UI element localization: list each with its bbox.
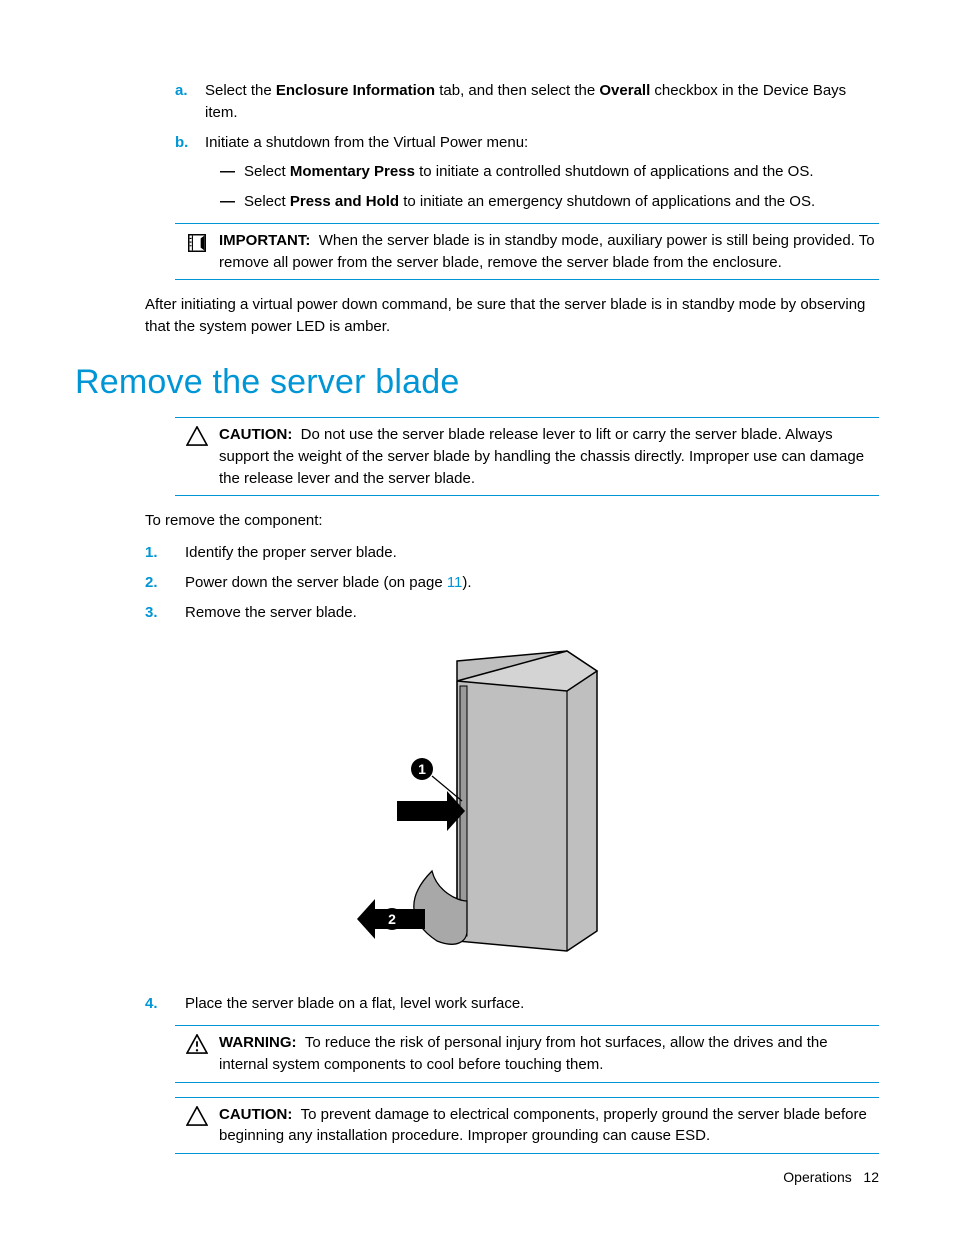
svg-text:1: 1 bbox=[418, 761, 426, 777]
warning-admonition: WARNING: To reduce the risk of personal … bbox=[175, 1025, 879, 1083]
warning-body: WARNING: To reduce the risk of personal … bbox=[219, 1032, 879, 1076]
substep-b: b. Initiate a shutdown from the Virtual … bbox=[175, 132, 879, 154]
step-4: 4. Place the server blade on a flat, lev… bbox=[145, 993, 879, 1015]
warning-text: To reduce the risk of personal injury fr… bbox=[219, 1034, 828, 1073]
step-1: 1. Identify the proper server blade. bbox=[145, 542, 879, 564]
substep-a-text: Select the Enclosure Information tab, an… bbox=[205, 80, 879, 124]
caution-2-label: CAUTION: bbox=[219, 1106, 292, 1123]
warning-icon bbox=[175, 1032, 219, 1076]
t: Press and Hold bbox=[290, 193, 399, 210]
t: Select the bbox=[205, 82, 276, 99]
t: Overall bbox=[599, 82, 650, 99]
heading-remove-server-blade: Remove the server blade bbox=[75, 358, 879, 407]
dash-marker: — bbox=[220, 191, 244, 213]
t: to initiate an emergency shutdown of app… bbox=[399, 193, 815, 210]
substep-b-marker: b. bbox=[175, 132, 205, 154]
step-2-text: Power down the server blade (on page 11)… bbox=[185, 572, 472, 594]
dash-marker: — bbox=[220, 161, 244, 183]
t: Momentary Press bbox=[290, 163, 415, 180]
step-2-marker: 2. bbox=[145, 572, 185, 594]
important-icon bbox=[175, 230, 219, 274]
t: Enclosure Information bbox=[276, 82, 435, 99]
important-text: When the server blade is in standby mode… bbox=[219, 232, 875, 271]
step-3-text: Remove the server blade. bbox=[185, 602, 357, 624]
step-3: 3. Remove the server blade. bbox=[145, 602, 879, 624]
step-4-text: Place the server blade on a flat, level … bbox=[185, 993, 524, 1015]
t: Select bbox=[244, 193, 290, 210]
intro-text: To remove the component: bbox=[145, 510, 879, 532]
svg-text:2: 2 bbox=[388, 911, 396, 927]
dash-2-text: Select Press and Hold to initiate an eme… bbox=[244, 191, 815, 213]
t: to initiate a controlled shutdown of app… bbox=[415, 163, 814, 180]
dash-2: — Select Press and Hold to initiate an e… bbox=[220, 191, 879, 213]
footer-page: 12 bbox=[863, 1169, 879, 1185]
footer-section: Operations bbox=[783, 1169, 851, 1185]
caution-admonition-2: CAUTION: To prevent damage to electrical… bbox=[175, 1097, 879, 1155]
server-blade-figure: 1 2 bbox=[75, 641, 879, 971]
caution-1-body: CAUTION: Do not use the server blade rel… bbox=[219, 424, 879, 489]
t: tab, and then select the bbox=[435, 82, 599, 99]
t: Select bbox=[244, 163, 290, 180]
t: Power down the server blade (on page bbox=[185, 574, 447, 591]
caution-icon bbox=[175, 424, 219, 489]
step-1-marker: 1. bbox=[145, 542, 185, 564]
step-1-text: Identify the proper server blade. bbox=[185, 542, 397, 564]
step-3-marker: 3. bbox=[145, 602, 185, 624]
dash-1: — Select Momentary Press to initiate a c… bbox=[220, 161, 879, 183]
caution-2-text: To prevent damage to electrical componen… bbox=[219, 1106, 867, 1145]
important-admonition: IMPORTANT: When the server blade is in s… bbox=[175, 223, 879, 281]
step-4-marker: 4. bbox=[145, 993, 185, 1015]
page-footer: Operations 12 bbox=[783, 1167, 879, 1187]
para-after-important: After initiating a virtual power down co… bbox=[145, 294, 879, 338]
caution-1-label: CAUTION: bbox=[219, 426, 292, 443]
dash-1-text: Select Momentary Press to initiate a con… bbox=[244, 161, 814, 183]
caution-icon bbox=[175, 1104, 219, 1148]
step-2: 2. Power down the server blade (on page … bbox=[145, 572, 879, 594]
t: ). bbox=[462, 574, 471, 591]
substep-a: a. Select the Enclosure Information tab,… bbox=[175, 80, 879, 124]
important-body: IMPORTANT: When the server blade is in s… bbox=[219, 230, 879, 274]
substep-b-text: Initiate a shutdown from the Virtual Pow… bbox=[205, 132, 528, 154]
caution-admonition-1: CAUTION: Do not use the server blade rel… bbox=[175, 417, 879, 496]
page-link-11[interactable]: 11 bbox=[447, 574, 463, 591]
important-label: IMPORTANT: bbox=[219, 232, 310, 249]
warning-label: WARNING: bbox=[219, 1034, 297, 1051]
substep-a-marker: a. bbox=[175, 80, 205, 124]
caution-2-body: CAUTION: To prevent damage to electrical… bbox=[219, 1104, 879, 1148]
caution-1-text: Do not use the server blade release leve… bbox=[219, 426, 864, 487]
